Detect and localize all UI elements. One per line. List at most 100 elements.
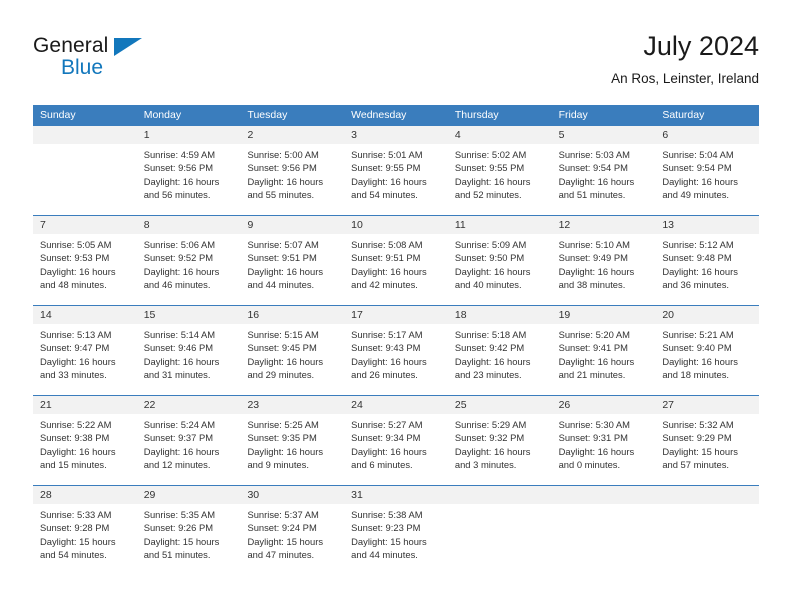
day-number-21[interactable]: 21 [33, 396, 137, 414]
day-number-2[interactable]: 2 [240, 126, 344, 144]
brand-name-general: General [33, 34, 109, 57]
day-cell-16[interactable]: Sunrise: 5:15 AM Sunset: 9:45 PM Daylight:… [240, 324, 344, 394]
day-info-line: Daylight: 16 hours [40, 445, 116, 457]
day-cell-28[interactable]: Sunrise: 5:33 AM Sunset: 9:28 PM Daylight:… [33, 504, 137, 574]
day-cell-24[interactable]: Sunrise: 5:27 AM Sunset: 9:34 PM Daylight:… [344, 414, 448, 484]
day-info-line: Sunrise: 5:05 AM [40, 239, 112, 250]
day-info-line: Daylight: 16 hours [558, 175, 635, 187]
day-number-1[interactable]: 1 [137, 126, 241, 144]
day-cell-13[interactable]: Sunrise: 5:12 AM Sunset: 9:48 PM Daylight:… [655, 234, 759, 304]
day-number-13[interactable]: 13 [655, 216, 759, 234]
day-info-line: Daylight: 16 hours [662, 175, 738, 187]
day-number-24[interactable]: 24 [344, 396, 448, 414]
day-cell-20[interactable]: Sunrise: 5:21 AM Sunset: 9:40 PM Daylight:… [655, 324, 759, 394]
day-info-line: Sunrise: 5:29 AM [454, 419, 527, 430]
day-cell-8[interactable]: Sunrise: 5:06 AM Sunset: 9:52 PM Daylight:… [137, 234, 241, 304]
day-number-18[interactable]: 18 [448, 306, 552, 324]
day-info-line: Sunrise: 5:24 AM [143, 419, 216, 430]
day-number-9[interactable]: 9 [240, 216, 344, 234]
day-cell-23[interactable]: Sunrise: 5:25 AM Sunset: 9:35 PM Daylight:… [240, 414, 344, 484]
day-info-line: Sunrise: 5:38 AM [351, 509, 423, 520]
day-number-7[interactable]: 7 [33, 216, 137, 234]
day-info-line: Daylight: 16 hours [351, 355, 427, 367]
day-cell-10[interactable]: Sunrise: 5:08 AM Sunset: 9:51 PM Daylight:… [344, 234, 448, 304]
day-info-line: Sunset: 9:43 PM [351, 342, 421, 354]
day-cell-25[interactable]: Sunrise: 5:29 AM Sunset: 9:32 PM Daylight:… [448, 414, 552, 484]
day-cell-3[interactable]: Sunrise: 5:01 AM Sunset: 9:55 PM Daylight:… [344, 144, 448, 214]
page-header: General Blue July 2024 An Ros, Leinster,… [33, 30, 759, 96]
day-cell-6[interactable]: Sunrise: 5:04 AM Sunset: 9:54 PM Daylight:… [655, 144, 759, 214]
title-block: July 2024 An Ros, Leinster, Ireland [611, 30, 759, 89]
day-info-line: Sunrise: 5:07 AM [247, 239, 319, 250]
day-number-20[interactable]: 20 [655, 306, 759, 324]
day-number-31[interactable]: 31 [344, 486, 448, 504]
day-info-line: Sunset: 9:37 PM [143, 432, 214, 444]
day-number-3[interactable]: 3 [344, 126, 448, 144]
day-number-6[interactable]: 6 [655, 126, 759, 144]
day-cell-21[interactable]: Sunrise: 5:22 AM Sunset: 9:38 PM Daylight:… [33, 414, 137, 484]
day-number-27[interactable]: 27 [655, 396, 759, 414]
brand-name-blue: Blue [61, 56, 104, 79]
day-info-line: Sunrise: 5:32 AM [662, 419, 734, 430]
weekday-header-thursday: Thursday [454, 109, 499, 121]
day-number-12[interactable]: 12 [552, 216, 656, 234]
day-info-line: and 55 minutes. [247, 189, 315, 201]
day-cell-4[interactable]: Sunrise: 5:02 AM Sunset: 9:55 PM Daylight:… [448, 144, 552, 214]
day-number-19[interactable]: 19 [552, 306, 656, 324]
day-info-line: Daylight: 16 hours [247, 265, 324, 277]
day-cell-30[interactable]: Sunrise: 5:37 AM Sunset: 9:24 PM Daylight:… [240, 504, 344, 574]
day-number-22[interactable]: 22 [137, 396, 241, 414]
day-cell-19[interactable]: Sunrise: 5:20 AM Sunset: 9:41 PM Daylight:… [552, 324, 656, 394]
day-info-line: and 21 minutes. [558, 369, 626, 381]
day-cell-9[interactable]: Sunrise: 5:07 AM Sunset: 9:51 PM Daylight:… [240, 234, 344, 304]
day-cell-15[interactable]: Sunrise: 5:14 AM Sunset: 9:46 PM Daylight:… [137, 324, 241, 394]
day-info-line: Daylight: 16 hours [247, 355, 324, 367]
day-info-line: and 56 minutes. [143, 189, 211, 201]
day-number-17[interactable]: 17 [344, 306, 448, 324]
day-cell-31[interactable]: Sunrise: 5:38 AM Sunset: 9:23 PM Daylight:… [344, 504, 448, 574]
brand-logo[interactable]: General Blue [33, 34, 163, 86]
day-cell-2[interactable]: Sunrise: 5:00 AM Sunset: 9:56 PM Daylight:… [240, 144, 344, 214]
day-cell-7[interactable]: Sunrise: 5:05 AM Sunset: 9:53 PM Daylight:… [33, 234, 137, 304]
day-number-29[interactable]: 29 [137, 486, 241, 504]
day-cell-17[interactable]: Sunrise: 5:17 AM Sunset: 9:43 PM Daylight:… [344, 324, 448, 394]
day-cell-1[interactable]: Sunrise: 4:59 AM Sunset: 9:56 PM Daylight:… [137, 144, 241, 214]
day-number-15[interactable]: 15 [137, 306, 241, 324]
day-cell-22[interactable]: Sunrise: 5:24 AM Sunset: 9:37 PM Daylight:… [137, 414, 241, 484]
day-number-5[interactable]: 5 [552, 126, 656, 144]
day-info-line: Sunset: 9:34 PM [351, 432, 421, 444]
day-info-line: Sunrise: 5:04 AM [662, 149, 734, 160]
weekday-header-friday: Friday [558, 109, 588, 121]
day-cell-11[interactable]: Sunrise: 5:09 AM Sunset: 9:50 PM Daylight:… [448, 234, 552, 304]
day-number-30[interactable]: 30 [240, 486, 344, 504]
day-info-line: and 49 minutes. [662, 189, 730, 201]
day-cell-29[interactable]: Sunrise: 5:35 AM Sunset: 9:26 PM Daylight:… [137, 504, 241, 574]
calendar-week-row: 14 15 16 17 18 19 20 Sunrise: 5:13 AM Sunset: 9:… [33, 305, 759, 395]
day-info-line: and 33 minutes. [40, 369, 107, 381]
day-info-line: and 3 minutes. [454, 459, 517, 471]
calendar-week-row: 7 8 9 10 11 12 13 Sunrise: 5:05 AM Sunset: 9:53 … [33, 215, 759, 305]
day-number-16[interactable]: 16 [240, 306, 344, 324]
day-info-line: Sunset: 9:56 PM [143, 162, 214, 174]
day-cell-14[interactable]: Sunrise: 5:13 AM Sunset: 9:47 PM Daylight:… [33, 324, 137, 394]
day-info-line: Sunrise: 5:18 AM [454, 329, 527, 340]
day-number-10[interactable]: 10 [344, 216, 448, 234]
day-cell-18[interactable]: Sunrise: 5:18 AM Sunset: 9:42 PM Daylight:… [448, 324, 552, 394]
day-cell-26[interactable]: Sunrise: 5:30 AM Sunset: 9:31 PM Daylight:… [552, 414, 656, 484]
day-number-26[interactable]: 26 [552, 396, 656, 414]
day-info-line: and 0 minutes. [558, 459, 621, 471]
day-number-8[interactable]: 8 [137, 216, 241, 234]
day-cell-27[interactable]: Sunrise: 5:32 AM Sunset: 9:29 PM Daylight:… [655, 414, 759, 484]
day-number-28[interactable]: 28 [33, 486, 137, 504]
calendar-week-row: 28 29 30 31 Sunrise: 5:33 AM Sunset: 9:28 PM D… [33, 485, 759, 575]
day-number-14[interactable]: 14 [33, 306, 137, 324]
day-cell-5[interactable]: Sunrise: 5:03 AM Sunset: 9:54 PM Daylight:… [552, 144, 656, 214]
location-subtitle: An Ros, Leinster, Ireland [611, 71, 759, 86]
day-number-25[interactable]: 25 [448, 396, 552, 414]
day-number-23[interactable]: 23 [240, 396, 344, 414]
day-info-line: Daylight: 16 hours [662, 265, 738, 277]
day-cell-12[interactable]: Sunrise: 5:10 AM Sunset: 9:49 PM Daylight:… [552, 234, 656, 304]
day-info-line: Sunrise: 5:06 AM [143, 239, 216, 250]
day-number-4[interactable]: 4 [448, 126, 552, 144]
day-number-11[interactable]: 11 [448, 216, 552, 234]
